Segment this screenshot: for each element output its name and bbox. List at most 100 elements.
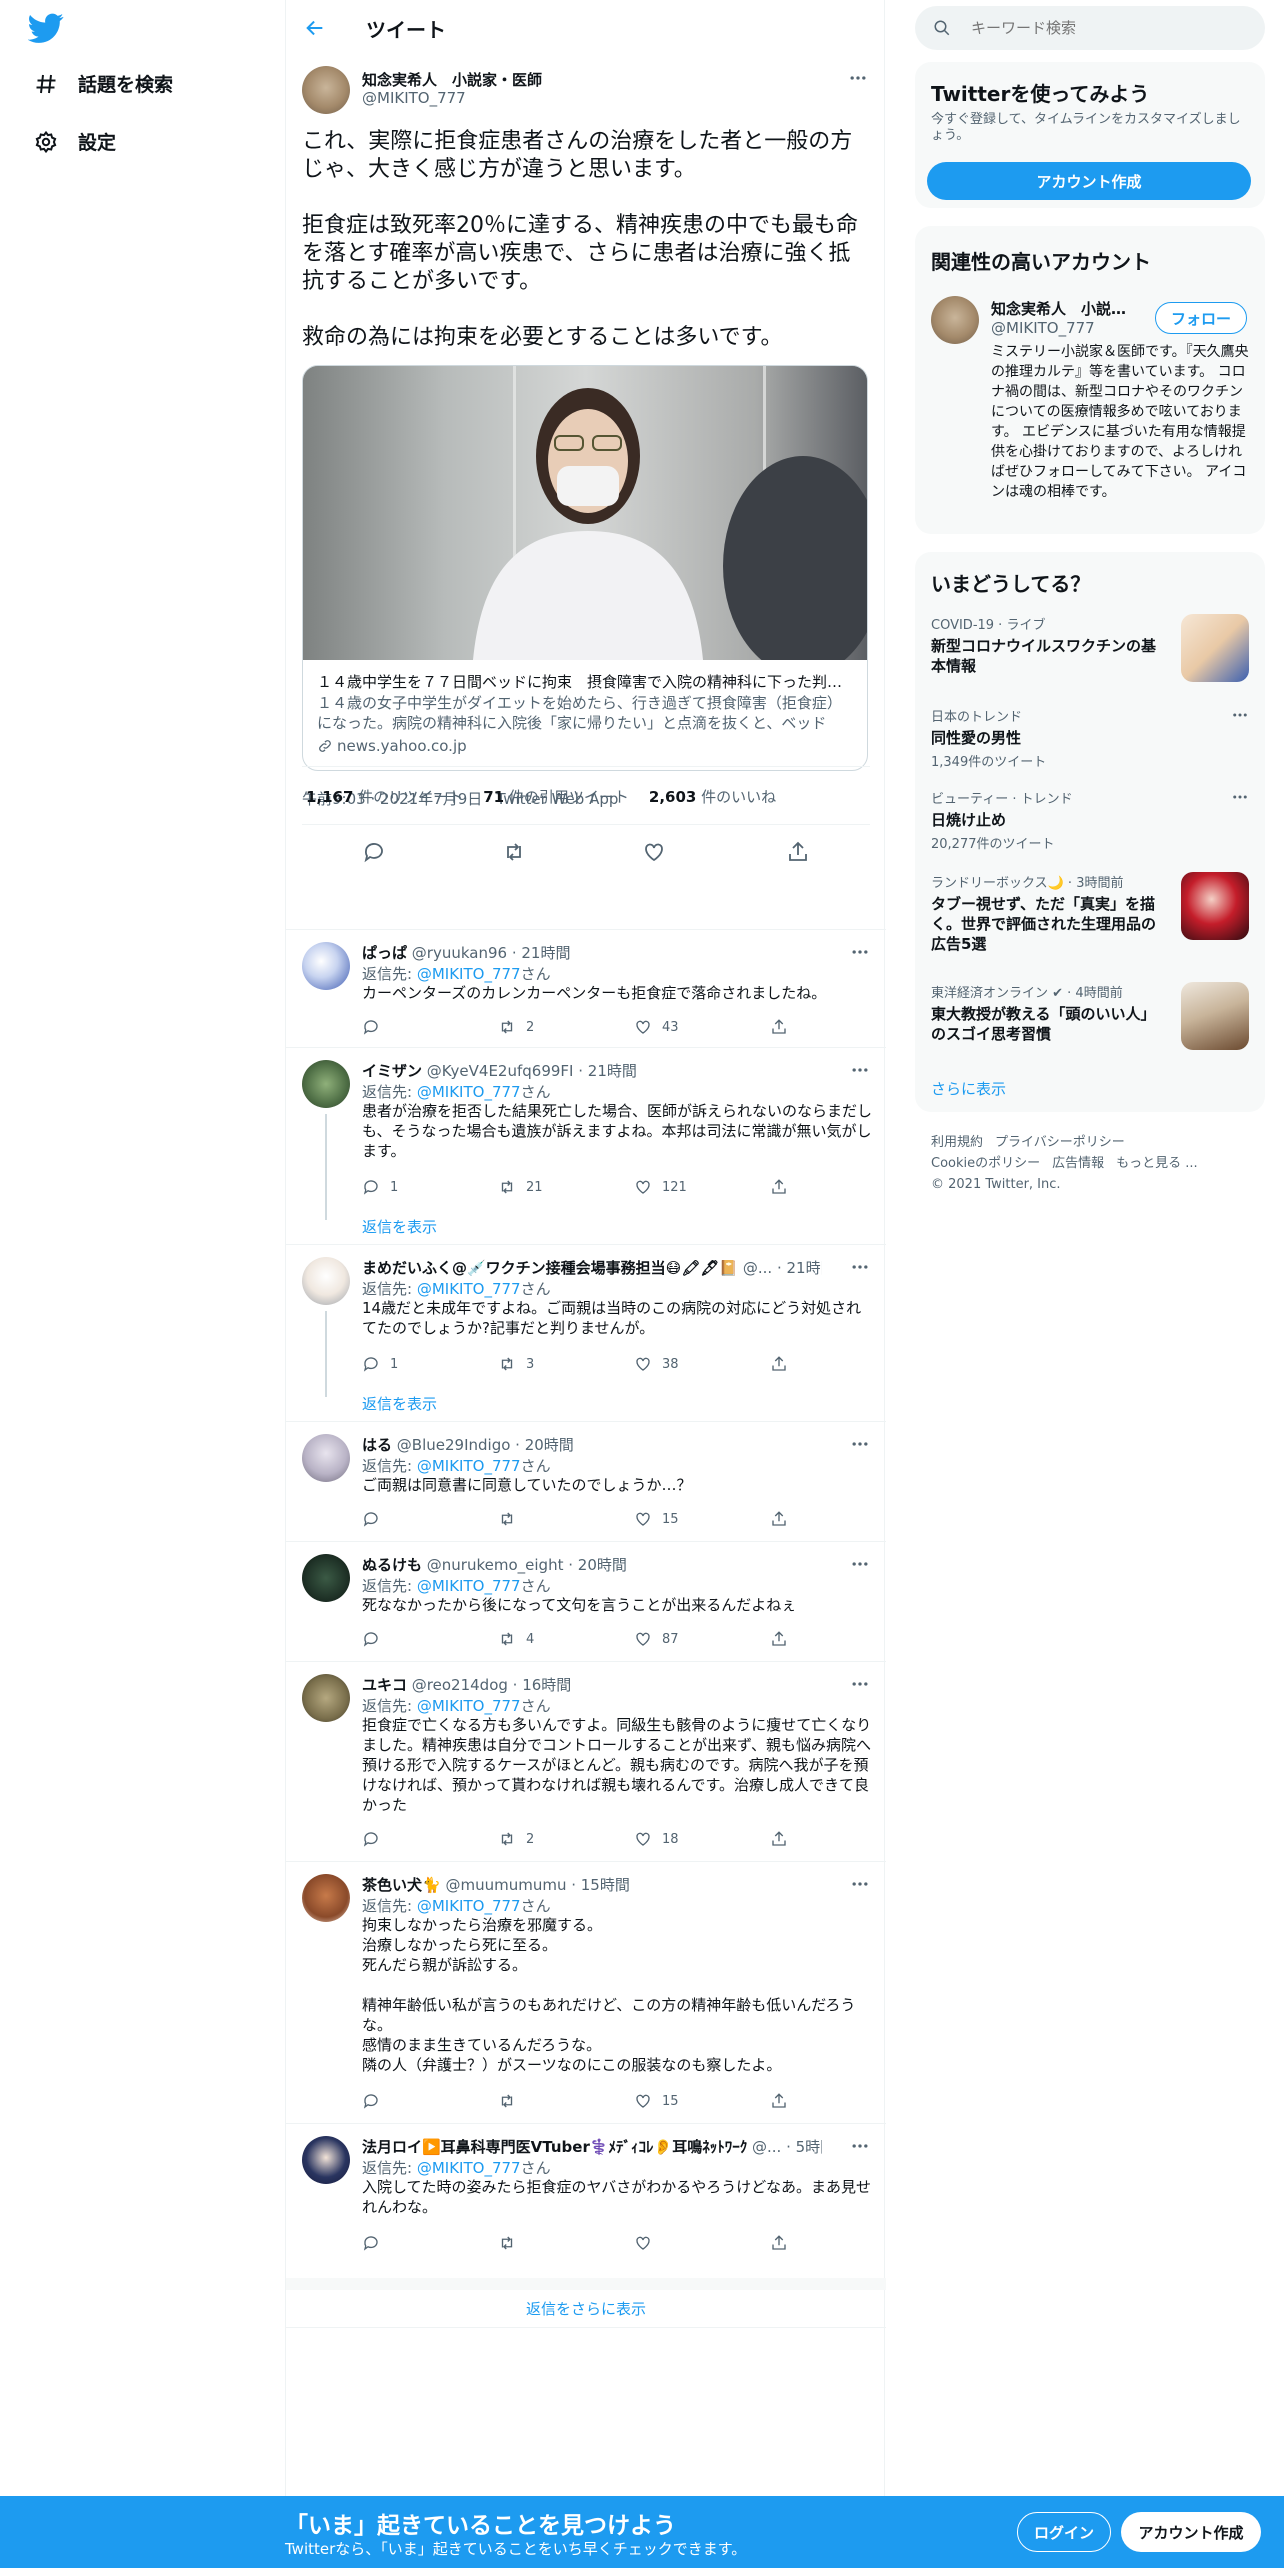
share-button[interactable] bbox=[770, 1018, 788, 1036]
back-arrow-icon[interactable] bbox=[304, 17, 326, 39]
avatar[interactable] bbox=[302, 1874, 350, 1922]
show-more-replies-button[interactable]: 返信をさらに表示 bbox=[286, 2278, 886, 2328]
like-button[interactable]: 38 bbox=[634, 1355, 679, 1373]
show-replies-link[interactable]: 返信を表示 bbox=[362, 1216, 437, 1237]
follow-button[interactable]: フォロー bbox=[1155, 302, 1247, 334]
retweet-button[interactable] bbox=[498, 2092, 526, 2110]
retweet-icon[interactable] bbox=[502, 840, 526, 864]
reply-to-link[interactable]: @MIKITO_777 bbox=[417, 1577, 521, 1595]
retweet-button[interactable]: 4 bbox=[498, 1630, 534, 1648]
more-options-icon[interactable] bbox=[850, 2136, 870, 2156]
twitter-logo-icon[interactable] bbox=[28, 10, 64, 46]
show-replies-link[interactable]: 返信を表示 bbox=[362, 1393, 437, 1414]
avatar[interactable] bbox=[302, 1554, 350, 1602]
more-options-icon[interactable] bbox=[848, 68, 868, 88]
share-button[interactable] bbox=[770, 2092, 788, 2110]
share-icon[interactable] bbox=[786, 840, 810, 864]
reply-author-name[interactable]: ぬるけも bbox=[362, 1556, 422, 1574]
reply-author-handle[interactable]: @reo214dog bbox=[412, 1676, 508, 1694]
reply-author-handle[interactable]: @nurukemo_eight bbox=[427, 1556, 564, 1574]
more-options-icon[interactable] bbox=[850, 1060, 870, 1080]
avatar[interactable] bbox=[302, 1434, 350, 1482]
reply-tweet[interactable]: ぬるけも @nurukemo_eight · 20時間 返信先: @MIKITO… bbox=[286, 1541, 886, 1661]
reply-time[interactable]: 21時間 bbox=[521, 944, 570, 962]
reply-tweet[interactable]: 茶色い犬🐈 @muumumumu · 15時間 返信先: @MIKITO_777… bbox=[286, 1861, 886, 2123]
reply-to-link[interactable]: @MIKITO_777 bbox=[417, 1697, 521, 1715]
reply-button[interactable] bbox=[362, 2092, 390, 2110]
retweet-button[interactable]: 21 bbox=[498, 1178, 543, 1196]
share-button[interactable] bbox=[770, 1178, 788, 1196]
retweet-button[interactable]: 2 bbox=[498, 1018, 534, 1036]
retweet-button[interactable] bbox=[498, 2234, 526, 2252]
more-options-icon[interactable] bbox=[850, 1554, 870, 1574]
more-options-icon[interactable] bbox=[850, 1257, 870, 1277]
retweet-button[interactable]: 3 bbox=[498, 1355, 534, 1373]
avatar[interactable] bbox=[931, 296, 979, 344]
reply-author-handle[interactable]: @Blue29Indigo bbox=[397, 1436, 511, 1454]
more-options-icon[interactable] bbox=[850, 1434, 870, 1454]
footer-link[interactable]: Cookieのポリシー bbox=[931, 1156, 1040, 1171]
more-options-icon[interactable] bbox=[1231, 706, 1249, 724]
show-more-link[interactable]: さらに表示 bbox=[931, 1078, 1006, 1099]
like-button[interactable]: 15 bbox=[634, 2092, 679, 2110]
reply-to-link[interactable]: @MIKITO_777 bbox=[417, 2159, 521, 2177]
reply-time[interactable]: 5時間 bbox=[796, 2138, 822, 2156]
reply-tweet[interactable]: ユキコ @reo214dog · 16時間 返信先: @MIKITO_777さん… bbox=[286, 1661, 886, 1861]
reply-button[interactable] bbox=[362, 1018, 390, 1036]
trend-item[interactable]: ランドリーボックス🌙 · 3時間前 タブー視せず、ただ「真実」を描く。世界で評価… bbox=[931, 872, 1249, 953]
reply-button[interactable]: 1 bbox=[362, 1355, 398, 1373]
reply-time[interactable]: 20時間 bbox=[578, 1556, 627, 1574]
avatar[interactable] bbox=[302, 942, 350, 990]
like-button[interactable]: 121 bbox=[634, 1178, 687, 1196]
share-button[interactable] bbox=[770, 1510, 788, 1528]
reply-author-name[interactable]: 茶色い犬🐈 bbox=[362, 1876, 441, 1894]
avatar[interactable] bbox=[302, 1674, 350, 1722]
footer-link[interactable]: 利用規約 bbox=[931, 1135, 983, 1150]
reply-author-name[interactable]: まめだいふく@💉ワクチン接種会場事務担当😷🖍🖋📔 bbox=[362, 1259, 738, 1277]
like-button[interactable]: 18 bbox=[634, 1830, 679, 1848]
avatar[interactable] bbox=[302, 2136, 350, 2184]
more-options-icon[interactable] bbox=[850, 1674, 870, 1694]
reply-icon[interactable] bbox=[362, 840, 386, 864]
footer-link[interactable]: もっと見る ... bbox=[1116, 1156, 1198, 1171]
more-options-icon[interactable] bbox=[1231, 788, 1249, 806]
like-button[interactable]: 15 bbox=[634, 1510, 679, 1528]
reply-button[interactable] bbox=[362, 1630, 390, 1648]
more-options-icon[interactable] bbox=[850, 942, 870, 962]
reply-author-handle[interactable]: @... bbox=[743, 1259, 772, 1277]
like-button[interactable]: 43 bbox=[634, 1018, 679, 1036]
like-button[interactable]: 87 bbox=[634, 1630, 679, 1648]
reply-author-name[interactable]: イミザン bbox=[362, 1062, 422, 1080]
like-icon[interactable] bbox=[642, 840, 666, 864]
reply-time[interactable]: 15時間 bbox=[581, 1876, 630, 1894]
share-button[interactable] bbox=[770, 1355, 788, 1373]
reply-button[interactable]: 1 bbox=[362, 1178, 398, 1196]
reply-time[interactable]: 21時間 bbox=[588, 1062, 637, 1080]
footer-link[interactable]: 広告情報 bbox=[1052, 1156, 1104, 1171]
reply-tweet[interactable]: 法月ロイ▶️耳鼻科専門医VTuber⚕️ﾒﾃﾞｨｺﾚ👂耳鳴ﾈｯﾄﾜｰｸ @...… bbox=[286, 2123, 886, 2266]
share-button[interactable] bbox=[770, 1830, 788, 1848]
reply-time[interactable]: 21時間 bbox=[787, 1259, 823, 1277]
reply-author-name[interactable]: 法月ロイ▶️耳鼻科専門医VTuber⚕️ﾒﾃﾞｨｺﾚ👂耳鳴ﾈｯﾄﾜｰｸ bbox=[362, 2138, 747, 2156]
signup-button[interactable]: アカウント作成 bbox=[1121, 2512, 1261, 2552]
author-handle[interactable]: @MIKITO_777 bbox=[362, 89, 466, 107]
search-box[interactable] bbox=[915, 6, 1265, 50]
reply-to-link[interactable]: @MIKITO_777 bbox=[417, 1457, 521, 1475]
share-button[interactable] bbox=[770, 2234, 788, 2252]
search-input[interactable] bbox=[971, 19, 1251, 37]
reply-author-handle[interactable]: @muumumumu bbox=[445, 1876, 566, 1894]
like-button[interactable] bbox=[634, 2234, 662, 2252]
nav-settings[interactable]: 設定 bbox=[34, 128, 116, 155]
quote-stat[interactable]: 71 件の引用ツイート bbox=[483, 786, 629, 807]
more-options-icon[interactable] bbox=[850, 1874, 870, 1894]
reply-author-handle[interactable]: @KyeV4E2ufq699FI bbox=[427, 1062, 574, 1080]
reply-button[interactable] bbox=[362, 1830, 390, 1848]
reply-tweet[interactable]: はる @Blue29Indigo · 20時間 返信先: @MIKITO_777… bbox=[286, 1421, 886, 1541]
reply-tweet[interactable]: イミザン @KyeV4E2ufq699FI · 21時間 返信先: @MIKIT… bbox=[286, 1047, 886, 1244]
avatar[interactable] bbox=[302, 1257, 350, 1305]
reply-to-link[interactable]: @MIKITO_777 bbox=[417, 965, 521, 983]
reply-to-link[interactable]: @MIKITO_777 bbox=[417, 1897, 521, 1915]
reply-author-handle[interactable]: @... bbox=[752, 2138, 781, 2156]
reply-tweet[interactable]: ぱっぱ @ryuukan96 · 21時間 返信先: @MIKITO_777さん… bbox=[286, 929, 886, 1047]
related-account-name[interactable]: 知念実希人 小説家... bbox=[991, 298, 1141, 319]
